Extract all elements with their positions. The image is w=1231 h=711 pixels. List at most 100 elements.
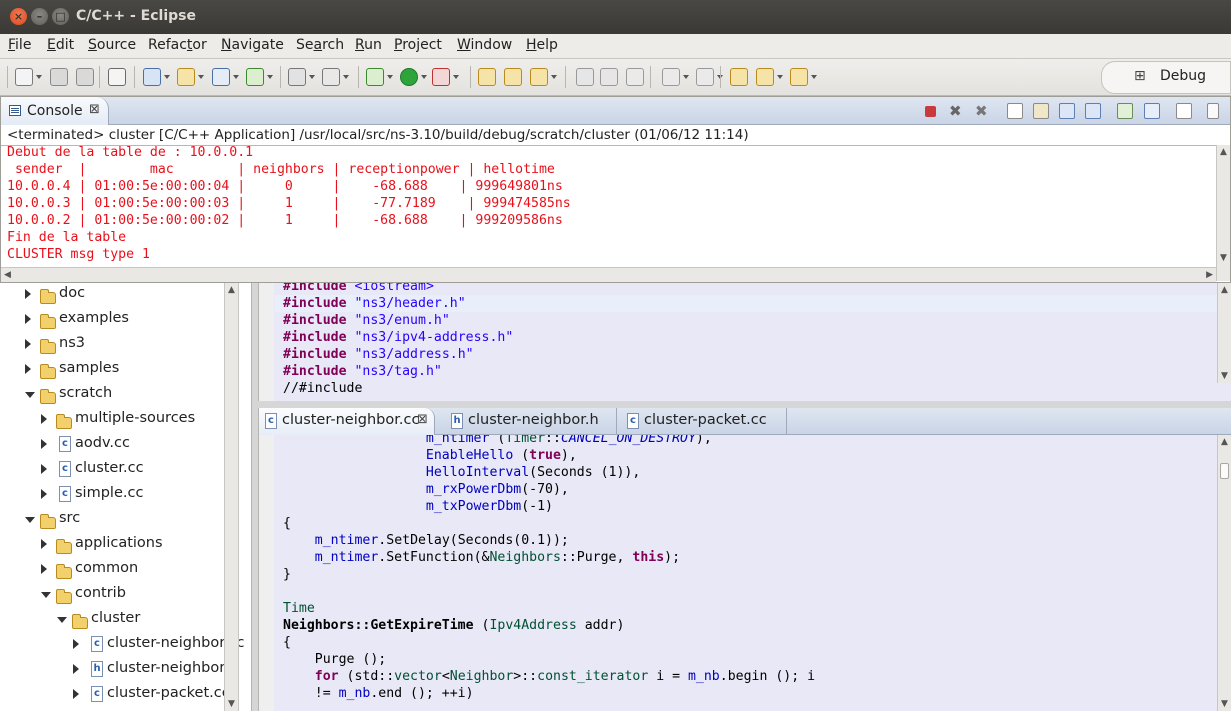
- menu-search[interactable]: Search: [296, 37, 344, 53]
- scroll-down-arrow-icon[interactable]: ▼: [1220, 253, 1227, 263]
- scrollbar-thumb[interactable]: [1220, 463, 1229, 479]
- chevron-down-icon[interactable]: [683, 75, 689, 79]
- close-window-button[interactable]: ×: [10, 8, 27, 25]
- tree-item-multiple-sources[interactable]: multiple-sources: [0, 408, 224, 433]
- tab-cluster-neighbor-cc[interactable]: c cluster-neighbor.cc ⊠: [259, 408, 435, 435]
- menu-navigate[interactable]: Navigate: [221, 37, 284, 53]
- open-folder-icon[interactable]: [504, 68, 522, 86]
- chevron-right-icon[interactable]: [25, 364, 31, 374]
- tree-item-cluster-cc[interactable]: c cluster.cc: [0, 458, 224, 483]
- chevron-right-icon[interactable]: [41, 564, 47, 574]
- chevron-right-icon[interactable]: [41, 489, 47, 499]
- block-icon[interactable]: [600, 68, 618, 86]
- scroll-lock-icon[interactable]: [1033, 103, 1049, 119]
- chevron-down-icon[interactable]: [421, 75, 427, 79]
- chevron-down-icon[interactable]: [387, 75, 393, 79]
- clear-console-icon[interactable]: [1007, 103, 1023, 119]
- chevron-right-icon[interactable]: [73, 689, 79, 699]
- maximize-window-button[interactable]: □: [52, 8, 69, 25]
- console-vertical-scrollbar[interactable]: ▲ ▼: [1216, 145, 1230, 281]
- remove-all-terminated-icon[interactable]: ✖: [975, 103, 991, 119]
- tree-item-contrib[interactable]: contrib: [0, 583, 224, 608]
- editor-top-vertical-scrollbar[interactable]: ▲ ▼: [1217, 283, 1231, 383]
- chevron-down-icon[interactable]: [267, 75, 273, 79]
- forward-icon[interactable]: [790, 68, 808, 86]
- tree-item-src[interactable]: src: [0, 508, 224, 533]
- menu-run[interactable]: Run: [355, 37, 382, 53]
- scroll-up-arrow-icon[interactable]: ▲: [228, 285, 235, 295]
- minimize-view-icon[interactable]: [1207, 103, 1219, 119]
- last-edit-icon[interactable]: [730, 68, 748, 86]
- tree-item-aodv-cc[interactable]: c aodv.cc: [0, 433, 224, 458]
- source-editor-area[interactable]: ▲ ▼ m_ntimer (Timer::CANCEL_ON_DESTROY),…: [258, 435, 1231, 711]
- new-icon[interactable]: [15, 68, 33, 86]
- chevron-down-icon[interactable]: [551, 75, 557, 79]
- open-console-icon[interactable]: [1176, 103, 1192, 119]
- tree-item-scratch[interactable]: scratch: [0, 383, 224, 408]
- display-selected-console-icon[interactable]: [1144, 103, 1160, 119]
- tools-icon[interactable]: [288, 68, 306, 86]
- save-icon[interactable]: [50, 68, 68, 86]
- editor-vertical-scrollbar[interactable]: ▲ ▼: [1217, 435, 1231, 711]
- chevron-down-icon[interactable]: [309, 75, 315, 79]
- chevron-down-icon[interactable]: [453, 75, 459, 79]
- menu-source[interactable]: Source: [88, 37, 136, 53]
- tab-cluster-neighbor-h[interactable]: h cluster-neighbor.h: [445, 408, 617, 435]
- new-folder-icon[interactable]: [177, 68, 195, 86]
- tree-item-cluster[interactable]: cluster: [0, 608, 224, 633]
- scroll-left-arrow-icon[interactable]: ◀: [4, 270, 11, 280]
- scroll-down-arrow-icon[interactable]: ▼: [228, 699, 235, 709]
- new-class-icon[interactable]: [212, 68, 230, 86]
- chevron-down-icon[interactable]: [233, 75, 239, 79]
- chevron-down-icon[interactable]: [41, 592, 51, 598]
- debug-icon[interactable]: [366, 68, 384, 86]
- scroll-down-arrow-icon[interactable]: ▼: [1221, 371, 1228, 381]
- chevron-right-icon[interactable]: [25, 339, 31, 349]
- refresh-icon[interactable]: [246, 68, 264, 86]
- next-annotation-icon[interactable]: [662, 68, 680, 86]
- menu-file[interactable]: File: [8, 37, 31, 53]
- chevron-right-icon[interactable]: [73, 664, 79, 674]
- previous-annotation-icon[interactable]: [696, 68, 714, 86]
- tree-item-cluster-neighbor-h[interactable]: h cluster-neighbor.h: [0, 658, 238, 683]
- tab-cluster-packet-cc[interactable]: c cluster-packet.cc: [621, 408, 787, 435]
- minimize-window-button[interactable]: –: [31, 8, 48, 25]
- chevron-down-icon[interactable]: [164, 75, 170, 79]
- chevron-right-icon[interactable]: [41, 414, 47, 424]
- header-editor-area[interactable]: ▲ ▼ #include <iostream> #include "ns3/hea…: [258, 283, 1231, 401]
- scroll-up-arrow-icon[interactable]: ▲: [1221, 437, 1228, 447]
- tab-console[interactable]: Console ⊠: [1, 97, 109, 125]
- external-tools-icon[interactable]: [432, 68, 450, 86]
- tree-item-samples[interactable]: samples: [0, 358, 224, 383]
- chevron-right-icon[interactable]: [25, 314, 31, 324]
- chevron-right-icon[interactable]: [73, 639, 79, 649]
- paragraph-icon[interactable]: [626, 68, 644, 86]
- chevron-down-icon[interactable]: [57, 617, 67, 623]
- tree-item-doc[interactable]: doc: [0, 283, 224, 308]
- open-type-icon[interactable]: [478, 68, 496, 86]
- open-perspective-icon[interactable]: ⊞: [1134, 68, 1146, 84]
- annotation-icon[interactable]: [576, 68, 594, 86]
- tree-item-common[interactable]: common: [0, 558, 224, 583]
- scroll-down-arrow-icon[interactable]: ▼: [1221, 699, 1228, 709]
- show-console-on-output-icon[interactable]: [1059, 103, 1075, 119]
- menu-help[interactable]: Help: [526, 37, 558, 53]
- close-icon[interactable]: ⊠: [89, 102, 100, 117]
- scroll-up-arrow-icon[interactable]: ▲: [1221, 285, 1228, 295]
- chevron-right-icon[interactable]: [41, 439, 47, 449]
- console-horizontal-scrollbar[interactable]: ◀ ▶: [1, 267, 1216, 282]
- print-icon[interactable]: [76, 68, 94, 86]
- chevron-down-icon[interactable]: [36, 75, 42, 79]
- chevron-down-icon[interactable]: [343, 75, 349, 79]
- tree-item-cluster-neighbor-cc[interactable]: c cluster-neighbor.cc: [0, 633, 244, 658]
- chevron-down-icon[interactable]: [25, 517, 35, 523]
- chevron-down-icon[interactable]: [198, 75, 204, 79]
- chevron-down-icon[interactable]: [25, 392, 35, 398]
- explorer-vertical-scrollbar[interactable]: ▲ ▼: [224, 283, 239, 711]
- show-console-on-error-icon[interactable]: [1085, 103, 1101, 119]
- close-icon[interactable]: ⊠: [417, 412, 428, 427]
- chevron-right-icon[interactable]: [41, 464, 47, 474]
- remove-launch-icon[interactable]: ✖: [949, 103, 965, 119]
- chevron-down-icon[interactable]: [811, 75, 817, 79]
- scroll-right-arrow-icon[interactable]: ▶: [1206, 270, 1213, 280]
